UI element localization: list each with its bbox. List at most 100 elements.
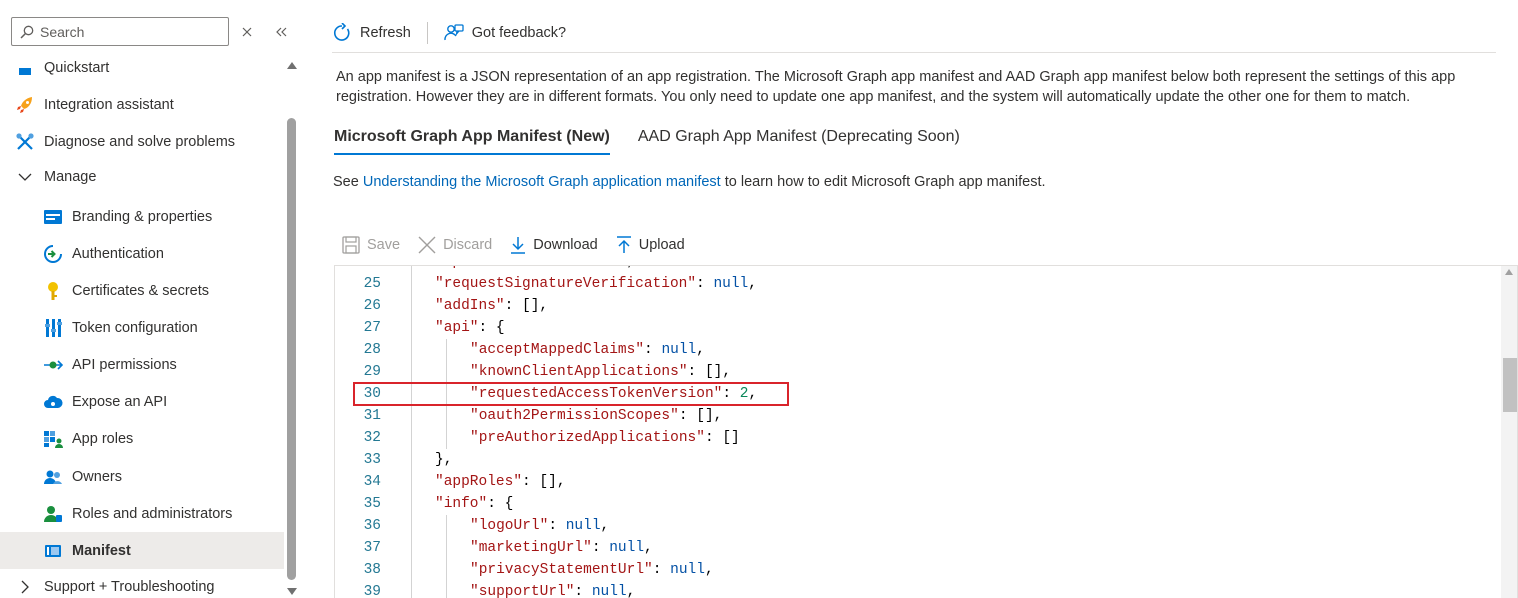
line-number: 27 — [363, 320, 381, 336]
code-text: "marketingUrl": null, — [470, 537, 653, 559]
code-line[interactable]: 31 "oauth2PermissionScopes": [], — [335, 405, 1501, 427]
line-number: 37 — [363, 540, 381, 556]
download-button[interactable]: Download — [510, 236, 598, 254]
clear-search-button[interactable] — [237, 22, 257, 42]
upload-label: Upload — [638, 237, 685, 253]
indent-guide — [411, 559, 412, 581]
scroll-up-arrow-icon[interactable] — [287, 62, 297, 69]
sidebar-scrollbar[interactable] — [284, 58, 298, 598]
code-token: null — [591, 584, 627, 598]
search-input[interactable] — [40, 23, 220, 40]
tab-aad-graph-manifest[interactable]: AAD Graph App Manifest (Deprecating Soon… — [638, 128, 960, 154]
code-line[interactable]: 27 "api": { — [335, 317, 1501, 339]
feedback-button[interactable]: Got feedback? — [444, 23, 566, 43]
feedback-label: Got feedback? — [471, 25, 567, 41]
code-line[interactable]: 28 "acceptMappedClaims": null, — [335, 339, 1501, 361]
sidebar-item-diagnose[interactable]: Diagnose and solve problems — [0, 123, 284, 160]
code-token: : { — [487, 496, 514, 512]
code-lines: 24 "optionalClaims": null, 25 "requestSigna… — [335, 266, 1501, 598]
token-icon — [42, 317, 64, 339]
indent-guide — [446, 361, 447, 383]
code-line[interactable]: 34 "appRoles": [], — [335, 471, 1501, 493]
sidebar-item-expose-api[interactable]: Expose an API — [0, 383, 284, 420]
tab-microsoft-graph-manifest[interactable]: Microsoft Graph App Manifest (New) — [334, 128, 610, 155]
api-permissions-icon — [42, 354, 64, 376]
sidebar-item-api-permissions[interactable]: API permissions — [0, 346, 284, 383]
upload-button[interactable]: Upload — [616, 236, 685, 254]
code-line[interactable]: 37 "marketingUrl": null, — [335, 537, 1501, 559]
line-number: 34 — [363, 474, 381, 490]
code-line[interactable]: 26 "addIns": [], — [335, 295, 1501, 317]
code-line[interactable]: 25 "requestSignatureVerification": null, — [335, 273, 1501, 295]
code-line[interactable]: 24 "optionalClaims": null, — [335, 266, 1501, 273]
line-number: 39 — [363, 584, 381, 598]
editor-scrollbar-thumb[interactable] — [1503, 358, 1517, 412]
sidebar-item-label: Authentication — [72, 245, 164, 262]
indent-guide — [411, 273, 412, 295]
code-line[interactable]: 35 "info": { — [335, 493, 1501, 515]
download-icon — [511, 237, 526, 254]
sidebar-item-label: Quickstart — [44, 59, 110, 76]
code-line[interactable]: 32 "preAuthorizedApplications": [] — [335, 427, 1501, 449]
save-button[interactable]: Save — [342, 236, 400, 254]
manifest-icon — [42, 540, 64, 562]
sidebar-item-integration-assistant[interactable]: Integration assistant — [0, 86, 284, 123]
sidebar-item-roles-administrators[interactable]: Roles and administrators — [0, 495, 284, 532]
line-number: 33 — [363, 452, 381, 468]
code-token: "info" — [435, 496, 488, 512]
double-chevron-left-icon — [276, 27, 287, 37]
code-token: "api" — [435, 320, 479, 336]
code-text: }, — [435, 449, 452, 471]
code-line[interactable]: 36 "logoUrl": null, — [335, 515, 1501, 537]
sidebar-scrollbar-thumb[interactable] — [287, 118, 296, 580]
code-token: : [] — [704, 430, 740, 446]
code-line[interactable]: 38 "privacyStatementUrl": null, — [335, 559, 1501, 581]
indent-guide — [411, 339, 412, 361]
sidebar-group-manage[interactable]: Manage — [0, 158, 284, 195]
indent-guide — [411, 471, 412, 493]
save-icon — [342, 236, 360, 254]
sidebar-item-app-roles[interactable]: App roles — [0, 420, 284, 457]
sidebar-item-certificates[interactable]: Certificates & secrets — [0, 272, 284, 309]
code-token: : [], — [504, 298, 549, 314]
code-token: , — [748, 276, 757, 292]
scroll-up-arrow-icon[interactable] — [1505, 269, 1513, 275]
code-line[interactable]: 39 "supportUrl": null, — [335, 581, 1501, 598]
sidebar-item-token-configuration[interactable]: Token configuration — [0, 309, 284, 346]
code-token: null — [565, 518, 601, 534]
code-text: "addIns": [], — [435, 295, 548, 317]
code-token: : — [591, 540, 610, 556]
indent-guide — [411, 405, 412, 427]
discard-button[interactable]: Discard — [418, 236, 492, 254]
refresh-icon — [334, 23, 350, 41]
sidebar-item-manifest[interactable]: Manifest — [0, 532, 284, 569]
line-number: 29 — [363, 364, 381, 380]
quickstart-icon — [14, 57, 36, 79]
indent-guide — [446, 427, 447, 449]
indent-guide — [411, 427, 412, 449]
sidebar-item-owners[interactable]: Owners — [0, 458, 284, 495]
manifest-docs-link[interactable]: Understanding the Microsoft Graph applic… — [363, 174, 721, 190]
key-icon — [42, 280, 64, 302]
left-navigation: Quickstart Integration assistant Diagnos… — [0, 0, 300, 598]
indent-guide — [411, 537, 412, 559]
code-text: "optionalClaims": null, — [435, 266, 635, 273]
search-box[interactable] — [11, 17, 229, 46]
sidebar-group-support[interactable]: Support + Troubleshooting — [0, 568, 284, 598]
command-separator — [426, 22, 428, 44]
manifest-code-editor[interactable]: 24 "optionalClaims": null, 25 "requestSigna… — [334, 265, 1518, 598]
code-line[interactable]: 29 "knownClientApplications": [], — [335, 361, 1501, 383]
scroll-down-arrow-icon[interactable] — [287, 588, 297, 595]
sidebar-item-branding[interactable]: Branding & properties — [0, 198, 284, 235]
code-line[interactable]: 33}, — [335, 449, 1501, 471]
editor-scrollbar[interactable] — [1501, 266, 1517, 598]
code-text: "supportUrl": null, — [470, 581, 635, 598]
collapse-sidebar-button[interactable] — [272, 22, 292, 42]
download-label: Download — [533, 237, 598, 253]
save-label: Save — [367, 237, 401, 253]
sidebar-item-authentication[interactable]: Authentication — [0, 235, 284, 272]
sidebar-item-quickstart[interactable]: Quickstart — [0, 49, 284, 86]
indent-guide — [411, 295, 412, 317]
refresh-button[interactable]: Refresh — [332, 23, 411, 43]
code-token: , — [704, 562, 714, 578]
